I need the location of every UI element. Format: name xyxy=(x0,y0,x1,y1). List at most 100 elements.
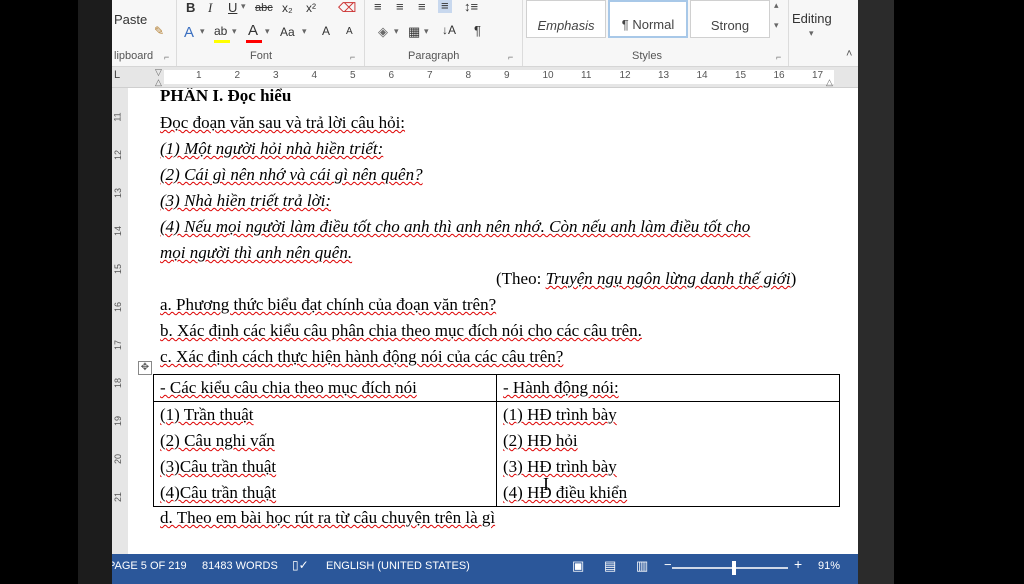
align-left-icon[interactable]: ≡ xyxy=(374,0,382,14)
styles-more-icon[interactable]: ▾ xyxy=(774,20,779,31)
proofing-icon[interactable]: ▯✓ xyxy=(292,558,309,572)
italic-button[interactable]: I xyxy=(208,0,212,16)
table-header-cell[interactable]: - Các kiểu câu chia theo mục đích nói xyxy=(153,374,497,402)
highlight-button[interactable]: ab xyxy=(214,24,227,38)
change-case-dropdown-icon[interactable]: ▾ xyxy=(302,26,307,37)
style-normal[interactable]: ¶ Normal xyxy=(608,0,688,38)
shading-dropdown-icon[interactable]: ▾ xyxy=(394,26,399,37)
table-header-cell[interactable]: - Hành động nói: xyxy=(496,374,840,402)
styles-group-label: Styles xyxy=(632,50,662,62)
vertical-ruler[interactable]: 11 12 13 14 15 16 17 18 19 20 21 xyxy=(112,88,128,554)
paste-button[interactable]: Paste xyxy=(114,12,147,27)
table-move-handle-icon[interactable]: ✥ xyxy=(138,361,152,375)
question-a: a. Phương thức biểu đạt chính của đoạn v… xyxy=(160,295,497,314)
clear-formatting-icon[interactable]: ⌫ xyxy=(338,0,356,16)
shrink-font-button[interactable]: A xyxy=(346,26,353,37)
ruler-tick-label: 15 xyxy=(735,70,747,81)
zoom-slider-track[interactable] xyxy=(672,567,788,569)
shading-icon[interactable]: ◈ xyxy=(378,24,388,40)
line-spacing-icon[interactable]: ↕≡ xyxy=(464,0,478,14)
table-cell-sentence-types[interactable]: (1) Trần thuật (2) Câu nghi vấn (3)Câu t… xyxy=(153,401,497,507)
table-row: (1) Trần thuật (2) Câu nghi vấn (3)Câu t… xyxy=(153,401,840,507)
collapse-ribbon-icon[interactable]: ˄ xyxy=(846,48,852,60)
vertical-ruler-tick-label: 13 xyxy=(113,187,124,199)
horizontal-ruler[interactable]: L ▽ △ △ 1 2 3 4 5 6 7 8 9 10 11 12 13 14 15 16 17 xyxy=(112,67,858,88)
ruler-tick-label: 5 xyxy=(350,70,356,81)
ribbon: Paste ✎ lipboard ⌐ B I U ▾ abc x₂ x² ⌫ A… xyxy=(112,0,858,67)
document-page[interactable]: PHẦN I. Đọc hiểu Đọc đoạn văn sau và trả… xyxy=(128,88,858,554)
ruler-tick-label: 2 xyxy=(234,70,241,81)
separator xyxy=(788,0,789,66)
clipboard-group-label: lipboard xyxy=(114,50,154,62)
ruler-tick-label: 16 xyxy=(773,70,785,81)
word-count[interactable]: 81483 WORDS xyxy=(202,560,278,572)
font-color-dropdown-icon[interactable]: ▾ xyxy=(265,26,270,37)
subscript-button[interactable]: x₂ xyxy=(282,1,293,15)
web-layout-icon[interactable]: ▥ xyxy=(636,558,648,574)
paragraph-launcher-icon[interactable]: ⌐ xyxy=(508,52,513,62)
font-launcher-icon[interactable]: ⌐ xyxy=(350,52,355,62)
borders-icon[interactable]: ▦ xyxy=(408,24,420,40)
editing-dropdown-icon[interactable]: ▾ xyxy=(809,28,814,39)
ruler-tick-label: 7 xyxy=(427,70,433,81)
tab-selector-icon[interactable]: L xyxy=(114,69,120,81)
source-citation: (Theo: Truyện ngụ ngôn lừng danh thế giớ… xyxy=(496,269,797,288)
vertical-ruler-tick-label: 16 xyxy=(113,301,124,313)
clipboard-launcher-icon[interactable]: ⌐ xyxy=(164,52,169,62)
styles-scroll-up-icon[interactable]: ▴ xyxy=(774,0,779,11)
underline-button[interactable]: U xyxy=(228,0,237,15)
editing-button[interactable]: Editing xyxy=(792,11,832,26)
underline-dropdown-icon[interactable]: ▾ xyxy=(241,1,246,12)
strikethrough-button[interactable]: abc xyxy=(255,2,273,14)
highlight-dropdown-icon[interactable]: ▾ xyxy=(232,26,237,37)
print-layout-icon[interactable]: ▤ xyxy=(604,558,616,574)
style-emphasis[interactable]: Emphasis xyxy=(526,0,606,38)
left-indent-icon[interactable]: △ xyxy=(155,77,162,88)
status-bar: PAGE 5 OF 219 81483 WORDS ▯✓ ENGLISH (UN… xyxy=(112,554,858,584)
text-effects-dropdown-icon[interactable]: ▾ xyxy=(200,26,205,37)
language-indicator[interactable]: ENGLISH (UNITED STATES) xyxy=(326,560,470,572)
style-strong[interactable]: Strong xyxy=(690,0,770,38)
right-indent-icon[interactable]: △ xyxy=(826,77,833,88)
page-count[interactable]: PAGE 5 OF 219 xyxy=(112,560,187,572)
justify-icon[interactable]: ≡ xyxy=(438,0,452,13)
ruler-tick-label: 17 xyxy=(812,70,824,81)
bold-button[interactable]: B xyxy=(186,0,195,15)
show-formatting-icon[interactable]: ¶ xyxy=(474,23,481,38)
passage-line: (4) Nếu mọi người làm điều tốt cho anh t… xyxy=(160,217,751,236)
styles-launcher-icon[interactable]: ⌐ xyxy=(776,52,781,62)
change-case-button[interactable]: Aa xyxy=(280,25,295,39)
borders-dropdown-icon[interactable]: ▾ xyxy=(424,26,429,37)
format-painter-icon[interactable]: ✎ xyxy=(154,24,164,38)
section-heading: PHẦN I. Đọc hiểu xyxy=(160,88,292,105)
paragraph-group-label: Paragraph xyxy=(408,50,460,62)
sort-icon[interactable]: ↓A xyxy=(442,23,456,37)
zoom-out-button[interactable]: − xyxy=(664,557,672,572)
question-d: d. Theo em bài học rút ra từ câu chuyện … xyxy=(160,508,496,527)
ruler-tick-label: 6 xyxy=(388,70,395,81)
font-color-button[interactable]: A xyxy=(248,22,258,39)
align-right-icon[interactable]: ≡ xyxy=(418,0,426,14)
vertical-ruler-tick-label: 20 xyxy=(113,453,124,465)
answer-table[interactable]: - Các kiểu câu chia theo mục đích nói - … xyxy=(153,374,840,507)
zoom-in-button[interactable]: + xyxy=(794,556,802,572)
vertical-ruler-tick-label: 11 xyxy=(112,112,123,122)
intro-line: Đọc đoạn văn sau và trả lời câu hỏi: xyxy=(160,113,406,132)
read-mode-icon[interactable]: ▣ xyxy=(572,558,584,574)
vertical-ruler-tick-label: 14 xyxy=(113,225,124,237)
vertical-ruler-tick-label: 21 xyxy=(113,491,124,503)
text-effects-button[interactable]: A xyxy=(184,24,194,41)
vertical-ruler-tick-label: 17 xyxy=(113,339,124,351)
ruler-tick-label: 3 xyxy=(273,70,279,81)
vertical-ruler-tick-label: 15 xyxy=(113,263,124,275)
ruler-tick-label: 10 xyxy=(542,70,554,81)
ruler-text-area xyxy=(164,70,834,84)
ruler-tick-label: 1 xyxy=(196,70,202,81)
zoom-slider-thumb[interactable] xyxy=(732,561,736,575)
align-center-icon[interactable]: ≡ xyxy=(396,0,404,14)
superscript-button[interactable]: x² xyxy=(306,1,316,15)
ruler-tick-label: 14 xyxy=(696,70,708,81)
zoom-level[interactable]: 91% xyxy=(818,560,840,572)
grow-font-button[interactable]: A xyxy=(322,24,330,38)
ruler-tick-label: 9 xyxy=(504,70,510,81)
